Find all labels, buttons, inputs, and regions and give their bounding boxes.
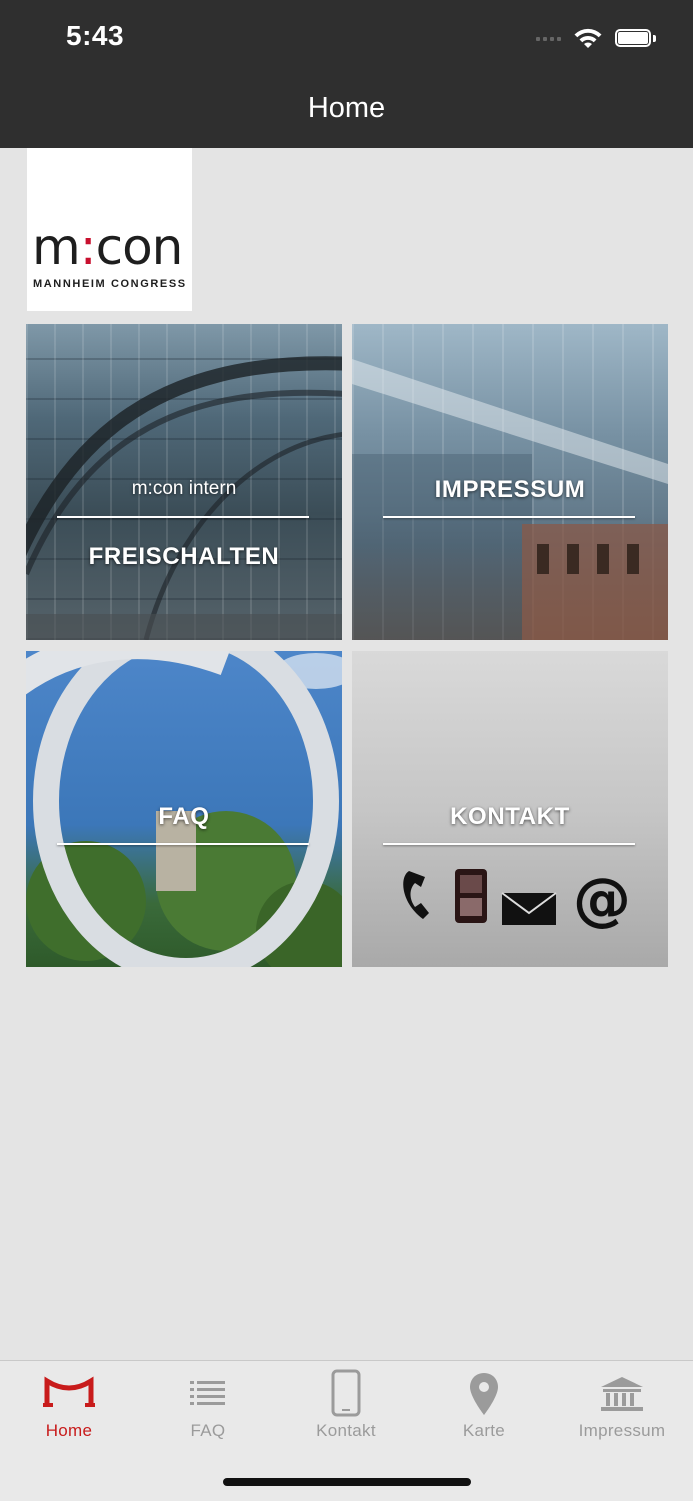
svg-text:@: @ — [573, 865, 631, 933]
home-indicator[interactable] — [223, 1478, 471, 1486]
mobile-phone-icon — [455, 869, 487, 923]
tab-karte[interactable]: Karte — [415, 1361, 553, 1451]
tab-faq[interactable]: FAQ — [139, 1361, 277, 1451]
list-icon — [190, 1381, 225, 1405]
map-pin-icon — [470, 1373, 498, 1415]
at-sign-icon: @ — [573, 865, 631, 933]
tile-divider — [383, 516, 635, 518]
navigation-bar: 5:43 Home — [0, 0, 693, 148]
tile-divider — [57, 516, 309, 518]
tile-label: FAQ — [158, 803, 210, 830]
tab-label: Karte — [462, 1421, 506, 1440]
status-icons — [536, 26, 657, 52]
tile-divider — [383, 843, 635, 845]
status-time: 5:43 — [66, 20, 125, 51]
tile-divider — [57, 843, 309, 845]
wifi-icon — [574, 28, 602, 48]
tile-label: IMPRESSUM — [434, 476, 586, 503]
phone-icon — [331, 1369, 361, 1417]
m-logo-icon — [43, 1376, 95, 1407]
logo-wordmark: m:con — [32, 218, 183, 276]
battery-icon — [615, 29, 657, 49]
contact-icons: @ — [403, 865, 631, 933]
tile-sublabel: m:con intern — [131, 478, 237, 499]
tile-freischalten[interactable]: m:con intern FREISCHALTEN — [26, 324, 342, 640]
page-title: Home — [307, 92, 386, 124]
mcon-logo: m:con MANNHEIM CONGRESS — [27, 148, 192, 311]
tab-label: Impressum — [578, 1421, 666, 1440]
tab-kontakt[interactable]: Kontakt — [277, 1361, 415, 1451]
tab-impressum[interactable]: Impressum — [553, 1361, 691, 1451]
cellular-signal-icon — [536, 37, 561, 41]
tile-kontakt[interactable]: KONTAKT @ — [352, 651, 668, 967]
tab-label: Kontakt — [316, 1421, 376, 1440]
tab-label: FAQ — [190, 1421, 226, 1440]
phone-handset-icon — [403, 871, 429, 919]
tab-home[interactable]: Home — [0, 1361, 138, 1451]
tile-label: FREISCHALTEN — [88, 543, 280, 570]
logo-subtitle: MANNHEIM CONGRESS — [33, 278, 187, 290]
tile-impressum[interactable]: IMPRESSUM — [352, 324, 668, 640]
tile-faq[interactable]: FAQ — [26, 651, 342, 967]
tile-label: KONTAKT — [450, 803, 570, 830]
bank-icon — [601, 1377, 643, 1411]
tab-label: Home — [45, 1421, 93, 1440]
envelope-icon — [501, 892, 557, 925]
